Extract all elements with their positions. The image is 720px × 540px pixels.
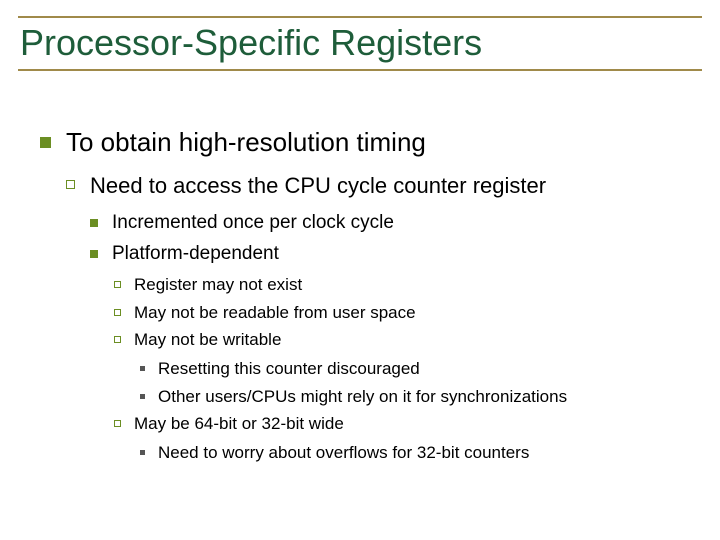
bullet-l5-text: Need to worry about overflows for 32-bit… (158, 443, 529, 462)
title-rule-top (18, 16, 702, 18)
slide-title: Processor-Specific Registers (18, 22, 702, 63)
bullet-l1: To obtain high-resolution timing Need to… (40, 125, 690, 466)
bullet-l4: May be 64-bit or 32-bit wide Need to wor… (112, 412, 690, 465)
bullet-l5: Other users/CPUs might rely on it for sy… (134, 385, 690, 410)
slide: Processor-Specific Registers To obtain h… (0, 0, 720, 540)
bullet-l5-text: Resetting this counter discouraged (158, 359, 420, 378)
bullet-l3: Incremented once per clock cycle (90, 210, 690, 237)
bullet-l4: May not be writable Resetting this count… (112, 328, 690, 409)
bullet-l4-text: Register may not exist (134, 275, 302, 294)
bullet-l2-text: Need to access the CPU cycle counter reg… (90, 173, 546, 198)
bullet-l3: Platform-dependent Register may not exis… (90, 241, 690, 466)
bullet-l5: Need to worry about overflows for 32-bit… (134, 441, 690, 466)
bullet-l4-text: May not be writable (134, 330, 281, 349)
bullet-l5: Resetting this counter discouraged (134, 357, 690, 382)
slide-body: To obtain high-resolution timing Need to… (40, 125, 690, 476)
bullet-l5-text: Other users/CPUs might rely on it for sy… (158, 387, 567, 406)
bullet-l4: Register may not exist (112, 273, 690, 298)
bullet-l4-text: May be 64-bit or 32-bit wide (134, 414, 344, 433)
bullet-l1-text: To obtain high-resolution timing (66, 127, 426, 157)
bullet-l4-text: May not be readable from user space (134, 303, 416, 322)
title-rule-bottom (18, 69, 702, 71)
bullet-l3-text: Incremented once per clock cycle (112, 212, 394, 233)
bullet-l4: May not be readable from user space (112, 301, 690, 326)
bullet-l3-text: Platform-dependent (112, 243, 279, 264)
title-block: Processor-Specific Registers (18, 16, 702, 71)
bullet-l2: Need to access the CPU cycle counter reg… (66, 170, 690, 466)
